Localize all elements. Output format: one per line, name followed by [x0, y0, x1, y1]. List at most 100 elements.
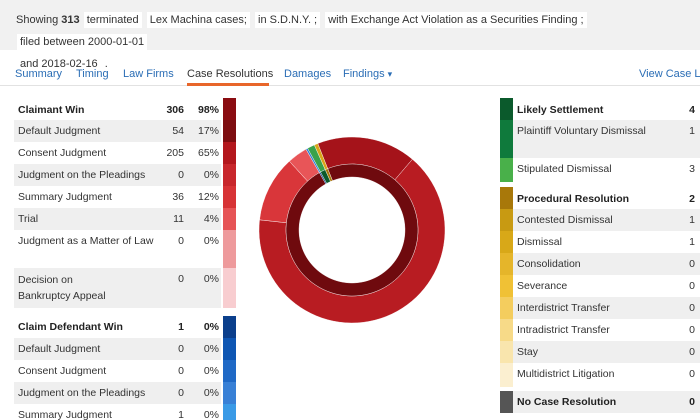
table-row[interactable]: Summary Judgment 36 12% [14, 186, 221, 208]
table-row[interactable]: Stipulated Dismissal 3 [513, 158, 700, 182]
tab-law-firms[interactable]: Law Firms [123, 68, 174, 80]
row-count: 0 [178, 273, 184, 285]
tab-case-resolutions[interactable]: Case Resolutions [187, 68, 273, 80]
procedural-resolution-swatch [500, 187, 513, 209]
resolutions-donut-chart [258, 136, 446, 324]
row-label: Default Judgment [18, 343, 101, 355]
row-count: 1 [689, 125, 695, 137]
inner-slice[interactable] [285, 163, 419, 297]
table-row[interactable]: Severance 0 [513, 275, 700, 297]
claim-defendant-win-label: Claim Defendant Win [18, 321, 123, 333]
row-count: 0 [689, 324, 695, 336]
view-case-list-link[interactable]: View Case Lis [639, 68, 700, 80]
plaintiff-resolutions-table: Claimant Win 306 98% Default Judgment 54… [14, 98, 236, 420]
likely-settlement-label: Likely Settlement [517, 104, 604, 116]
row-count: 0 [689, 368, 695, 380]
row-label: Interdistrict Transfer [517, 302, 610, 314]
table-row[interactable]: Judgment on the Pleadings 0 0% [14, 382, 221, 404]
row-pct: 0% [203, 343, 219, 355]
row-count: 11 [173, 213, 184, 225]
no-case-resolution-swatch [500, 391, 513, 413]
table-row[interactable]: Default Judgment 0 0% [14, 338, 221, 360]
summary-count: 313 [61, 14, 80, 26]
table-row[interactable]: Consent Judgment 205 65% [14, 142, 221, 164]
table-row[interactable]: Decision on Bankruptcy Appeal 0 0% [14, 268, 221, 308]
row-label: Trial [18, 213, 39, 225]
claimant-win-row[interactable]: Claimant Win 306 98% [14, 98, 236, 120]
table-row[interactable]: Consolidation 0 [513, 253, 700, 275]
row-count: 0 [689, 346, 695, 358]
table-row[interactable]: Interdistrict Transfer 0 [513, 297, 700, 319]
row-count: 1 [178, 409, 184, 420]
filter-terminated[interactable]: terminated [83, 12, 142, 28]
row-label: Contested Dismissal [517, 214, 613, 226]
row-count: 0 [689, 302, 695, 314]
table-row[interactable]: Trial 11 4% [14, 208, 221, 230]
row-swatch [223, 142, 236, 164]
row-swatch [500, 120, 513, 158]
filter-finding[interactable]: with Exchange Act Violation as a Securit… [325, 12, 587, 28]
tab-summary[interactable]: Summary [15, 68, 62, 80]
row-label: Default Judgment [18, 125, 101, 137]
row-pct: 65% [197, 147, 219, 159]
table-row[interactable]: Stay 0 [513, 341, 700, 363]
row-label: Judgment on the Pleadings [18, 387, 146, 399]
tab-findings[interactable]: Findings ▾ [343, 68, 392, 80]
tab-damages[interactable]: Damages [284, 68, 331, 80]
row-swatch [500, 209, 513, 231]
table-row[interactable]: Default Judgment 54 17% [14, 120, 221, 142]
claim-defendant-win-swatch [223, 316, 236, 338]
active-tab-indicator [187, 83, 269, 86]
row-pct: 0% [203, 365, 219, 377]
table-row[interactable]: Contested Dismissal 1 [513, 209, 700, 231]
filter-date-range[interactable]: filed between 2000-01-01 [17, 34, 148, 50]
table-row[interactable]: Multidistrict Litigation 0 [513, 363, 700, 387]
row-label: Decision on Bankruptcy Appeal [18, 274, 106, 302]
row-label: Consent Judgment [18, 365, 107, 377]
row-swatch [223, 120, 236, 142]
filter-court[interactable]: in S.D.N.Y. ; [255, 12, 321, 28]
row-count: 0 [178, 169, 184, 181]
row-count: 0 [689, 258, 695, 270]
row-pct: 17% [197, 125, 219, 137]
procedural-resolution-row[interactable]: Procedural Resolution 2 [513, 187, 700, 209]
row-label: Consolidation [517, 258, 581, 270]
row-label: Plaintiff Voluntary Dismissal [517, 125, 646, 137]
table-row[interactable]: Consent Judgment 0 0% [14, 360, 221, 382]
row-pct: 0% [203, 273, 219, 285]
row-pct: 0% [203, 387, 219, 399]
row-pct: 12% [197, 191, 219, 203]
tab-timing[interactable]: Timing [76, 68, 109, 80]
row-count: 1 [689, 236, 695, 248]
no-case-resolution-count: 0 [689, 396, 695, 408]
table-row[interactable]: Intradistrict Transfer 0 [513, 319, 700, 341]
row-swatch [223, 360, 236, 382]
table-row[interactable]: Judgment as a Matter of Law 0 0% [14, 230, 221, 264]
row-label: Consent Judgment [18, 147, 107, 159]
row-pct: 0% [203, 409, 219, 420]
table-row[interactable]: Dismissal 1 [513, 231, 700, 253]
row-swatch [500, 231, 513, 253]
row-count: 0 [178, 235, 184, 247]
table-row[interactable]: Judgment on the Pleadings 0 0% [14, 164, 221, 186]
table-row[interactable]: Plaintiff Voluntary Dismissal 1 [513, 120, 700, 158]
row-count: 1 [689, 214, 695, 226]
row-swatch [223, 208, 236, 230]
claim-defendant-win-row[interactable]: Claim Defendant Win 1 0% [14, 316, 236, 338]
table-row[interactable]: Summary Judgment 1 0% [14, 404, 221, 420]
row-label: Stipulated Dismissal [517, 163, 612, 175]
row-count: 0 [178, 343, 184, 355]
no-case-resolution-row[interactable]: No Case Resolution 0 [513, 391, 700, 413]
claimant-win-label: Claimant Win [18, 104, 85, 116]
row-swatch [223, 382, 236, 404]
row-label: Judgment on the Pleadings [18, 169, 146, 181]
likely-settlement-row[interactable]: Likely Settlement 4 [513, 98, 700, 120]
no-case-resolution-label: No Case Resolution [517, 396, 617, 408]
row-label: Dismissal [517, 236, 562, 248]
row-swatch [223, 404, 236, 420]
row-swatch [223, 164, 236, 186]
filter-case-type[interactable]: Lex Machina cases; [146, 12, 250, 28]
row-count: 36 [172, 191, 184, 203]
claimant-win-count: 306 [166, 104, 184, 116]
claim-defendant-win-pct: 0% [203, 321, 219, 333]
